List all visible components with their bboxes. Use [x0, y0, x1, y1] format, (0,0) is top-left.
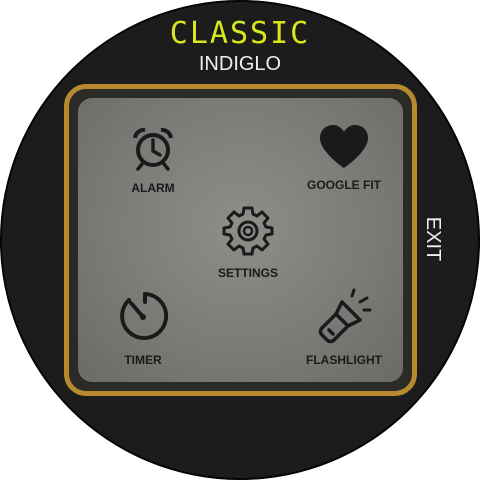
flashlight-icon [318, 288, 372, 344]
watch-face: CLASSIC INDIGLO ALARM GOOGLE FIT SETTING… [0, 0, 480, 480]
google-fit-label: GOOGLE FIT [307, 178, 381, 192]
exit-label: EXIT [422, 216, 444, 262]
heart-icon [320, 125, 368, 168]
timer-icon [120, 292, 169, 340]
brand-subtitle: INDIGLO [198, 53, 282, 75]
timer-button[interactable]: TIMER [98, 288, 188, 367]
menu-screen: ALARM GOOGLE FIT SETTINGS TIMER FLASHLIG… [78, 98, 403, 382]
alarm-button[interactable]: ALARM [108, 124, 198, 195]
exit-button[interactable]: EXIT [408, 214, 458, 264]
settings-label: SETTINGS [217, 266, 278, 280]
flashlight-label: FLASHLIGHT [306, 353, 382, 367]
flashlight-button[interactable]: FLASHLIGHT [294, 288, 394, 367]
timer-label: TIMER [124, 353, 162, 367]
menu-panel: ALARM GOOGLE FIT SETTINGS TIMER FLASHLIG… [64, 84, 417, 396]
gear-icon [222, 206, 274, 256]
alarm-label: ALARM [131, 181, 175, 195]
settings-button[interactable]: SETTINGS [198, 204, 298, 280]
brand-title: CLASSIC [169, 16, 311, 51]
alarm-clock-icon [133, 127, 173, 171]
google-fit-button[interactable]: GOOGLE FIT [294, 124, 394, 192]
